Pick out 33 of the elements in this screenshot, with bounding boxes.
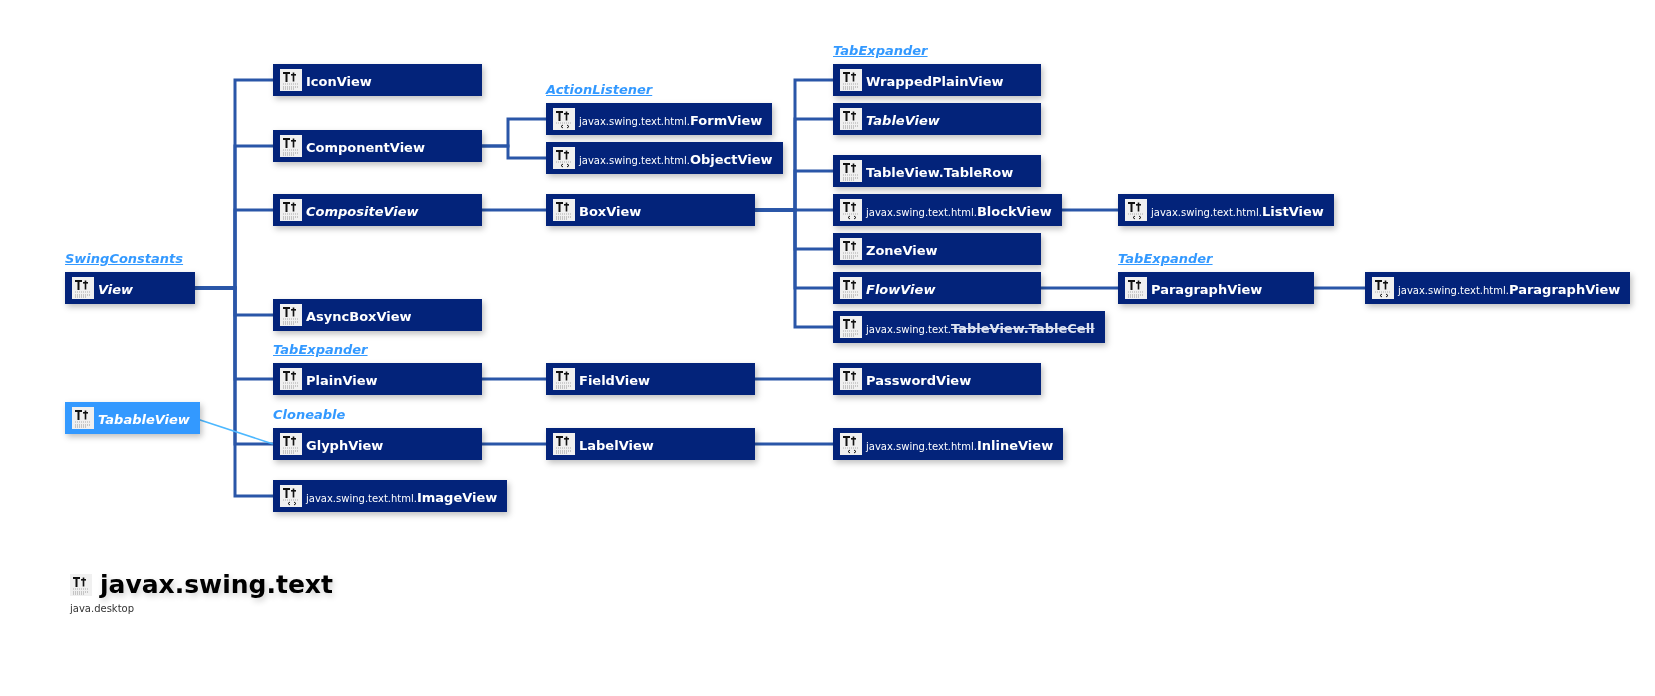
class-node[interactable]: FieldView — [546, 363, 755, 395]
class-node[interactable]: PlainView — [273, 363, 482, 395]
class-node[interactable]: CompositeView — [273, 194, 482, 226]
class-node[interactable]: javax.swing.text.html.ParagraphView — [1365, 272, 1631, 304]
class-node[interactable]: javax.swing.text.html.ListView — [1118, 194, 1334, 226]
document-icon — [70, 573, 92, 596]
class-node[interactable]: ParagraphView — [1118, 272, 1314, 304]
class-node[interactable]: javax.swing.text.html.ObjectView — [546, 142, 783, 174]
class-node[interactable]: javax.swing.text.html.BlockView — [833, 194, 1062, 226]
class-node[interactable]: javax.swing.text.html.InlineView — [833, 428, 1064, 460]
module-name: java.desktop — [70, 603, 135, 614]
class-node[interactable]: BoxView — [546, 194, 755, 226]
class-node[interactable]: ZoneView — [833, 233, 1041, 265]
class-node[interactable]: IconView — [273, 64, 482, 96]
class-node[interactable]: PasswordView — [833, 363, 1041, 395]
class-node[interactable]: ComponentView — [273, 130, 482, 162]
class-node[interactable]: TableView — [833, 103, 1041, 135]
class-node[interactable]: javax.swing.text.TableView.TableCell — [833, 311, 1105, 343]
class-node[interactable]: javax.swing.text.html.ImageView — [273, 480, 508, 512]
interface-label: Cloneable — [273, 407, 346, 422]
connector-line — [482, 442, 546, 446]
class-node[interactable]: TableView.TableRow — [833, 155, 1041, 187]
class-node[interactable]: FlowView — [833, 272, 1041, 304]
class-node[interactable]: AsyncBoxView — [273, 299, 482, 331]
connector-line — [1314, 286, 1365, 290]
class-node[interactable]: View — [65, 272, 195, 304]
package-title: javax.swing.text — [100, 570, 333, 599]
class-node[interactable]: LabelView — [546, 428, 755, 460]
connector-line — [482, 377, 546, 381]
connector-line — [482, 208, 546, 212]
class-node[interactable]: javax.swing.text.html.FormView — [546, 103, 773, 135]
class-node[interactable]: GlyphView — [273, 428, 482, 460]
class-node[interactable]: WrappedPlainView — [833, 64, 1041, 96]
